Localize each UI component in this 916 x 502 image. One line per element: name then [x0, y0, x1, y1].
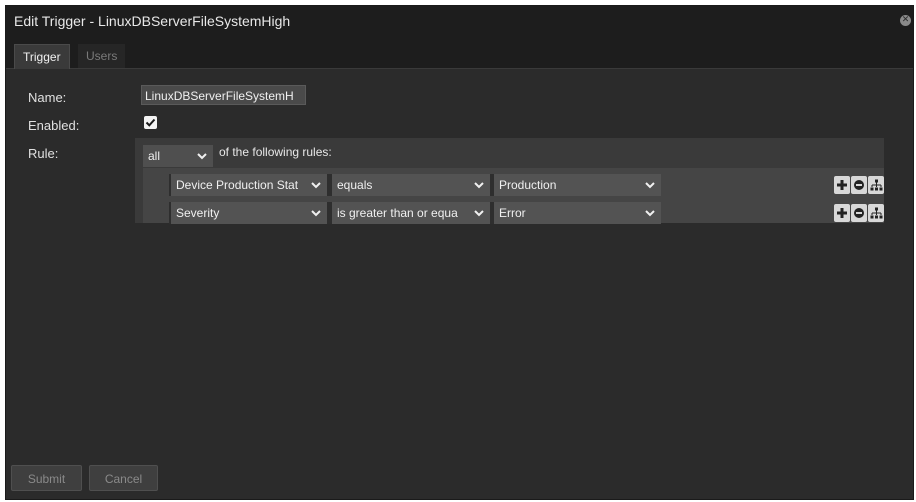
rule-operator-select[interactable]: equals — [332, 174, 490, 196]
chevron-down-icon — [197, 153, 207, 160]
chevron-down-icon — [311, 182, 321, 189]
enabled-label: Enabled: — [28, 118, 80, 133]
remove-rule-button[interactable] — [851, 176, 867, 194]
minus-icon — [854, 180, 864, 190]
plus-icon — [837, 180, 847, 190]
chevron-down-icon — [474, 210, 484, 217]
close-icon[interactable]: ✕ — [900, 15, 911, 26]
minus-icon — [854, 208, 864, 218]
checkmark-icon — [145, 118, 156, 127]
add-rule-button[interactable] — [834, 176, 850, 194]
rule-label: Rule: — [28, 146, 59, 161]
rule-field-select[interactable]: Severity — [171, 202, 327, 224]
rule-value-value: Production — [499, 178, 557, 192]
hierarchy-icon — [870, 207, 882, 218]
rule-operator-select[interactable]: is greater than or equa — [332, 202, 490, 224]
match-select[interactable]: all — [143, 145, 213, 167]
dialog-titlebar[interactable]: Edit Trigger - LinuxDBServerFileSystemHi… — [6, 6, 913, 38]
edit-trigger-dialog: Edit Trigger - LinuxDBServerFileSystemHi… — [5, 5, 914, 500]
add-subrule-button[interactable] — [868, 176, 884, 194]
rule-operator-value: equals — [337, 178, 373, 192]
rule-operator-value: is greater than or equa — [337, 206, 458, 220]
enabled-checkbox[interactable] — [144, 116, 157, 129]
chevron-down-icon — [474, 182, 484, 189]
rule-field-value: Severity — [176, 206, 220, 220]
rule-value-value: Error — [499, 206, 526, 220]
submit-button[interactable]: Submit — [11, 465, 82, 491]
tab-bar: Trigger Users — [6, 38, 913, 69]
add-rule-button[interactable] — [834, 204, 850, 222]
rule-value-select[interactable]: Production — [494, 174, 661, 196]
dialog-title: Edit Trigger - LinuxDBServerFileSystemHi… — [14, 13, 291, 29]
name-label: Name: — [28, 90, 67, 105]
name-input[interactable]: LinuxDBServerFileSystemH — [141, 85, 306, 105]
hierarchy-icon — [870, 179, 882, 190]
plus-icon — [837, 208, 847, 218]
match-suffix: of the following rules: — [219, 145, 332, 159]
rule-value-select[interactable]: Error — [494, 202, 661, 224]
match-select-value: all — [148, 149, 161, 163]
chevron-down-icon — [645, 210, 655, 217]
cancel-button[interactable]: Cancel — [89, 465, 158, 491]
rule-field-value: Device Production Stat — [176, 178, 299, 192]
rule-field-select[interactable]: Device Production Stat — [171, 174, 327, 196]
chevron-down-icon — [645, 182, 655, 189]
add-subrule-button[interactable] — [868, 204, 884, 222]
tab-trigger[interactable]: Trigger — [14, 44, 70, 69]
tab-users[interactable]: Users — [78, 44, 126, 68]
chevron-down-icon — [311, 210, 321, 217]
remove-rule-button[interactable] — [851, 204, 867, 222]
